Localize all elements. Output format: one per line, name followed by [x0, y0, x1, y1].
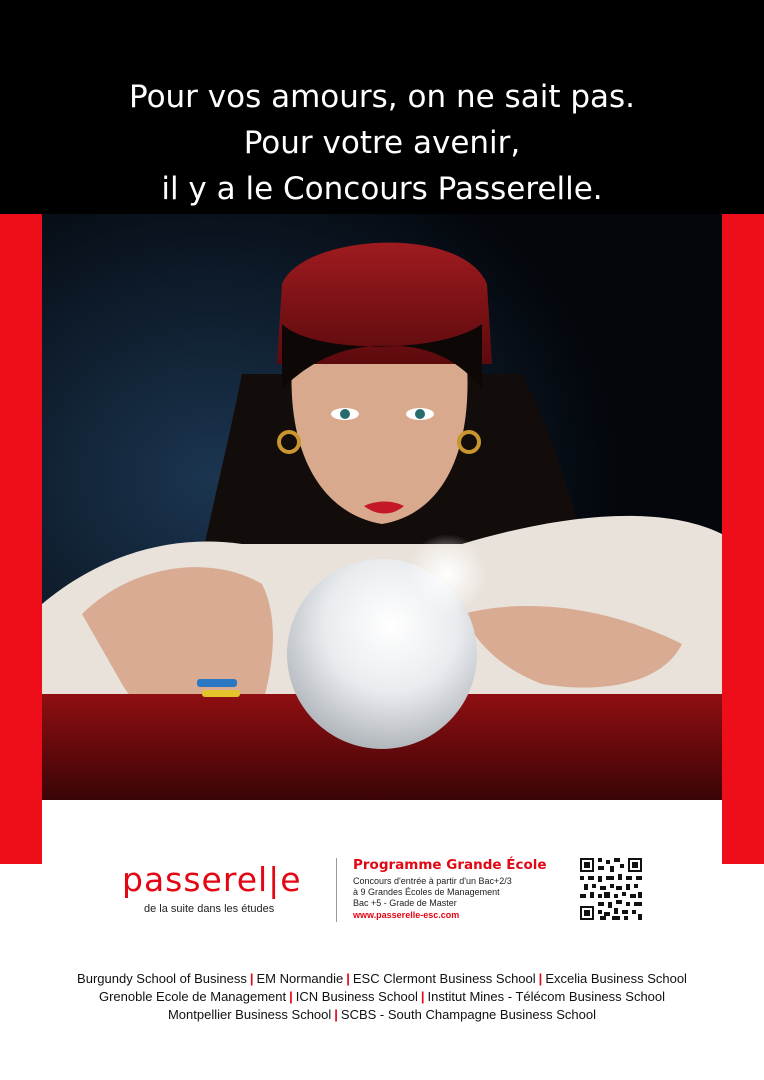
qr-code-graphic: [580, 858, 642, 920]
schools-row-2: Grenoble Ecole de Management | ICN Busines…: [0, 988, 764, 1006]
school-separator: |: [249, 971, 254, 986]
school-name: Burgundy School of Business: [77, 971, 247, 986]
program-line-1: Concours d'entrée à partir d'un Bac+2/3: [353, 876, 512, 886]
passerelle-logo[interactable]: passerel|e de la suite dans les études: [122, 860, 322, 920]
program-info: Programme Grande École Concours d'entrée…: [353, 856, 563, 921]
red-side-bar-right: [722, 214, 764, 864]
program-line-2: à 9 Grandes Écoles de Management: [353, 887, 500, 897]
red-side-bar-left: [0, 214, 42, 864]
fortune-teller-photo: [42, 214, 722, 800]
school-separator: |: [334, 1007, 338, 1022]
headline-line-3: il y a le Concours Passerelle.: [161, 171, 603, 207]
brand-tagline: de la suite dans les études: [144, 903, 275, 915]
headline-line-2: Pour votre avenir,: [243, 125, 521, 161]
qr-code-icon[interactable]: [580, 858, 642, 920]
school-separator: |: [538, 971, 543, 986]
headline-line-1: Pour vos amours, on ne sait pas.: [128, 79, 636, 115]
member-schools: Burgundy School of Business | EM Normandie…: [0, 970, 764, 1024]
fortune-teller-illustration: [42, 214, 722, 800]
school-name: Grenoble Ecole de Management: [98, 989, 287, 1004]
headline: Pour vos amours, on ne sait pas. Pour vo…: [0, 74, 764, 212]
school-name: ICN Business School: [295, 989, 418, 1004]
school-name: Excelia Business School: [545, 971, 687, 986]
school-separator: |: [346, 971, 350, 986]
website-link[interactable]: www.passerelle-esc.com: [353, 909, 563, 921]
school-name: EM Normandie: [256, 971, 344, 986]
school-name: Institut Mines - Télécom Business School: [427, 989, 666, 1004]
logo-divider: [336, 858, 337, 922]
schools-row-1: Burgundy School of Business | EM Normandie…: [0, 970, 764, 988]
school-name: SCBS - South Champagne Business School: [340, 1007, 597, 1022]
school-name: Montpellier Business School: [167, 1007, 332, 1022]
school-separator: |: [289, 989, 293, 1004]
program-title: Programme Grande École: [353, 857, 547, 873]
brand-wordmark: passerel|e: [122, 860, 302, 899]
school-separator: |: [420, 989, 425, 1004]
schools-row-3: Montpellier Business School | SCBS - South…: [0, 1006, 764, 1024]
program-line-3: Bac +5 - Grade de Master: [353, 898, 457, 908]
school-name: ESC Clermont Business School: [352, 971, 536, 986]
